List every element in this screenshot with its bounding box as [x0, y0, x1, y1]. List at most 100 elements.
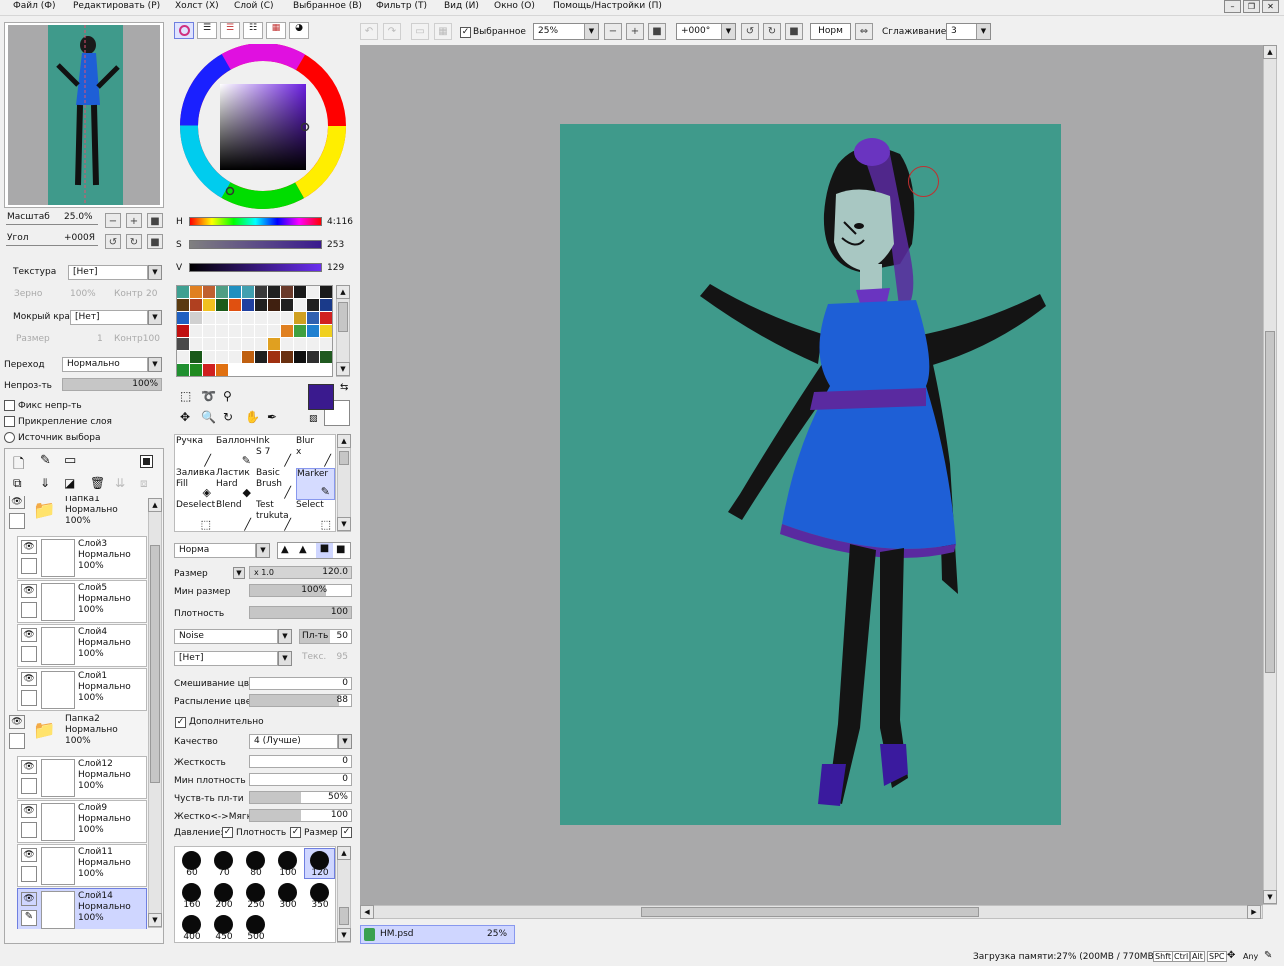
color-swatch[interactable]: [281, 325, 293, 337]
size-preset-label[interactable]: 60: [176, 868, 208, 878]
color-swatch[interactable]: [242, 299, 254, 311]
brush-ink[interactable]: Ink S 7 ╱: [256, 436, 295, 468]
color-swatch[interactable]: [229, 312, 241, 324]
size-preset-label[interactable]: 200: [208, 900, 240, 910]
color-swatch[interactable]: [307, 351, 319, 363]
delete-layer-icon[interactable]: 🗑: [90, 476, 105, 490]
scroll-down-icon[interactable]: ▼: [336, 362, 350, 376]
color-swatch[interactable]: [255, 325, 267, 337]
pen-edit-icon[interactable]: ✎: [21, 910, 37, 926]
nav-rotate-right-icon[interactable]: ↻: [126, 234, 142, 249]
color-swatch[interactable]: [281, 299, 293, 311]
lock-toggle[interactable]: [21, 602, 37, 618]
rect-select-icon[interactable]: ⬚: [180, 389, 191, 403]
color-swatch[interactable]: [190, 351, 202, 363]
redo-icon[interactable]: ↷: [383, 23, 401, 40]
color-swatch[interactable]: [229, 338, 241, 350]
color-swatch[interactable]: [229, 325, 241, 337]
texture-contrast-value[interactable]: 20: [146, 289, 157, 299]
angle-value[interactable]: +000Я: [64, 233, 95, 243]
new-layer-icon[interactable]: 🗋: [13, 453, 24, 477]
chevron-down-icon[interactable]: ▼: [256, 543, 270, 558]
color-swatch[interactable]: [268, 312, 280, 324]
chevron-down-icon[interactable]: ▼: [148, 357, 162, 372]
lock-toggle[interactable]: [21, 866, 37, 882]
scroll-thumb[interactable]: [1265, 331, 1275, 673]
flip-icon[interactable]: ⇔: [855, 23, 873, 40]
color-swatch[interactable]: [307, 338, 319, 350]
color-swatch[interactable]: [177, 364, 189, 376]
rotation-select[interactable]: +000° ▼: [676, 23, 736, 40]
color-swatch[interactable]: [268, 351, 280, 363]
color-swatch[interactable]: [216, 364, 228, 376]
lock-toggle[interactable]: [21, 558, 37, 574]
color-swatch[interactable]: [320, 338, 332, 350]
eye-icon[interactable]: 👁: [21, 760, 37, 774]
color-swatch[interactable]: [203, 351, 215, 363]
color-swatch[interactable]: [190, 325, 202, 337]
layer-folder-1[interactable]: 👁 📁 Папка1 Нормально 100%: [6, 496, 148, 535]
tip-sharp-icon[interactable]: ▲: [281, 544, 289, 555]
brush-texture-select[interactable]: [Нет]: [174, 651, 278, 666]
scroll-up-icon[interactable]: ▲: [148, 498, 162, 512]
color-swatch[interactable]: [177, 299, 189, 311]
tool-blend-select[interactable]: Норма: [174, 543, 256, 558]
zoom-out-icon[interactable]: −: [604, 23, 622, 40]
color-swatch[interactable]: [242, 325, 254, 337]
color-swatch[interactable]: [203, 338, 215, 350]
color-swatch[interactable]: [320, 299, 332, 311]
color-swatch[interactable]: [255, 286, 267, 298]
lock-toggle[interactable]: [21, 646, 37, 662]
pressure-extra-checkbox[interactable]: ✓: [341, 827, 352, 838]
opacity-slider[interactable]: 100%: [62, 378, 162, 391]
scratchpad-tab-icon[interactable]: ◕: [289, 22, 309, 39]
color-swatch[interactable]: [320, 312, 332, 324]
grain-value[interactable]: 100%: [70, 289, 96, 299]
color-swatch[interactable]: [177, 286, 189, 298]
min-size-slider[interactable]: 100%: [249, 584, 352, 597]
pressure-density-checkbox[interactable]: ✓: [222, 827, 233, 838]
value-slider[interactable]: [189, 263, 322, 272]
color-swatch[interactable]: [216, 338, 228, 350]
scroll-up-icon[interactable]: ▲: [1263, 45, 1277, 59]
texture-strength-field[interactable]: Текс. 95: [299, 651, 352, 666]
swap-colors-icon[interactable]: ⇆: [340, 382, 348, 393]
color-swatch[interactable]: [294, 351, 306, 363]
color-swatch[interactable]: [281, 351, 293, 363]
color-swatch[interactable]: [216, 286, 228, 298]
lock-toggle[interactable]: [21, 822, 37, 838]
nav-zoom-in-icon[interactable]: +: [126, 213, 142, 228]
tip-flat-icon[interactable]: ■: [336, 544, 345, 555]
size-preset-label[interactable]: 100: [272, 868, 304, 878]
layer-item[interactable]: 👁 Слой5 Нормально 100%: [17, 580, 147, 623]
size-preset-label[interactable]: 300: [272, 900, 304, 910]
eye-icon[interactable]: 👁: [9, 715, 25, 729]
brush-test[interactable]: Test trukuta ╱: [256, 500, 295, 532]
zoom-select[interactable]: 25% ▼: [533, 23, 599, 40]
sensitivity-slider[interactable]: 50%: [249, 791, 352, 804]
brush-pen[interactable]: Ручка ╱: [176, 436, 215, 468]
color-swatch[interactable]: [203, 325, 215, 337]
magic-wand-icon[interactable]: ⚲: [223, 389, 232, 403]
brush-shape-select[interactable]: Noise: [174, 629, 278, 644]
color-swatch[interactable]: [177, 338, 189, 350]
eye-icon[interactable]: 👁: [21, 628, 37, 642]
view-mode-button[interactable]: Норм: [810, 23, 851, 40]
zoom-in-icon[interactable]: +: [626, 23, 644, 40]
color-swatch[interactable]: [216, 325, 228, 337]
eye-icon[interactable]: 👁: [21, 584, 37, 598]
color-swatch[interactable]: [255, 351, 267, 363]
color-swatch[interactable]: [294, 325, 306, 337]
wet-size-value[interactable]: 1: [97, 334, 103, 344]
document-tab[interactable]: HM.psd 25%: [360, 925, 515, 944]
color-swatch[interactable]: [294, 286, 306, 298]
copy-layer-icon[interactable]: ⧉: [13, 476, 22, 491]
tip-soft-icon[interactable]: ▲: [299, 544, 307, 555]
color-wheel-tab-icon[interactable]: [174, 22, 194, 39]
scroll-thumb[interactable]: [339, 451, 349, 465]
menu-file[interactable]: Файл (Ф): [13, 1, 56, 11]
scroll-down-icon[interactable]: ▼: [337, 928, 351, 942]
brush-fill[interactable]: Заливка Fill ◈: [176, 468, 215, 500]
rotate-left-icon[interactable]: ↺: [741, 23, 759, 40]
blend-mode-select[interactable]: Нормально: [62, 357, 148, 372]
